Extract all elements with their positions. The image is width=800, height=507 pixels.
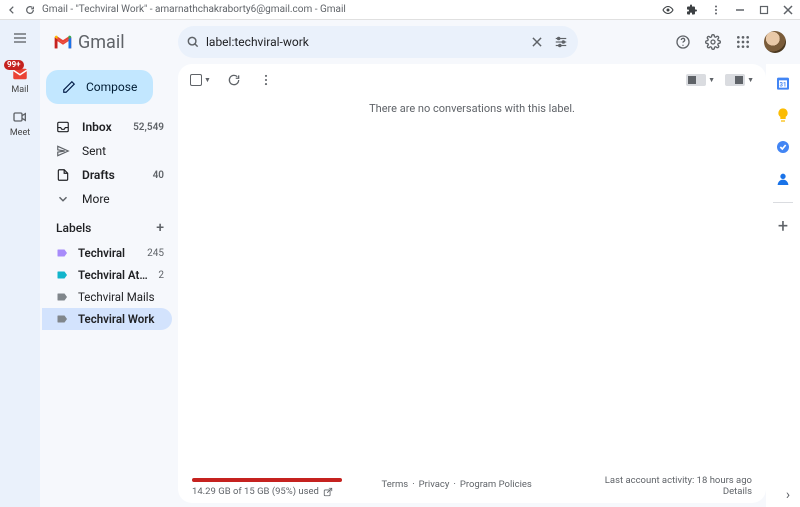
pencil-icon — [62, 80, 76, 94]
add-label-button[interactable]: + — [156, 220, 164, 236]
rail-meet-label: Meet — [10, 128, 30, 138]
addon-tasks[interactable] — [774, 138, 792, 156]
footer-details[interactable]: Details — [605, 486, 752, 497]
footer-terms[interactable]: Terms — [381, 479, 408, 490]
label-name: Techviral Attachme... — [78, 268, 148, 282]
storage-text: 14.29 GB of 15 GB (95%) used — [192, 486, 319, 497]
select-all-checkbox[interactable]: ▼ — [190, 74, 211, 86]
win-close-icon[interactable] — [782, 4, 794, 16]
rail-meet[interactable]: Meet — [3, 103, 37, 142]
nav-sent[interactable]: Sent — [42, 140, 172, 162]
main-menu-button[interactable] — [8, 26, 32, 50]
label-icon — [56, 313, 68, 325]
rail-mail-label: Mail — [11, 85, 28, 95]
search-icon — [186, 35, 200, 49]
compose-button[interactable]: Compose — [46, 70, 153, 104]
addon-calendar[interactable]: 31 — [774, 74, 792, 92]
addon-get-addons[interactable]: + — [774, 217, 792, 235]
addon-keep[interactable] — [774, 106, 792, 124]
label-name: Techviral — [78, 246, 137, 260]
nav-inbox[interactable]: Inbox 52,549 — [42, 116, 172, 138]
footer-activity: Last account activity: 18 hours ago — [605, 475, 752, 486]
label-item[interactable]: Techviral 245 — [42, 242, 172, 264]
ext-puzzle-icon[interactable] — [686, 4, 698, 16]
nav-inbox-label: Inbox — [82, 120, 112, 134]
nav-sent-label: Sent — [82, 144, 106, 158]
label-count: 2 — [158, 270, 164, 281]
label-icon — [56, 291, 68, 303]
storage-progress — [192, 478, 342, 482]
nav-drafts-label: Drafts — [82, 168, 115, 182]
meet-icon — [12, 109, 28, 125]
nav-more[interactable]: More — [42, 188, 172, 210]
window-title: Gmail - "Techviral Work" - amarnathchakr… — [42, 4, 346, 15]
split-pane-toggle[interactable]: ▼ — [686, 74, 715, 86]
refresh-button[interactable] — [225, 71, 243, 89]
gmail-logo-icon — [52, 31, 74, 53]
search-input[interactable] — [206, 35, 522, 49]
compose-label: Compose — [86, 80, 137, 94]
reload-icon[interactable] — [24, 4, 36, 16]
rail-mail[interactable]: 99+ Mail — [3, 60, 37, 99]
density-toggle[interactable]: ▼ — [725, 74, 754, 86]
footer-policies[interactable]: Program Policies — [460, 479, 532, 490]
label-name: Techviral Work — [78, 312, 164, 326]
more-actions-button[interactable] — [257, 71, 275, 89]
label-item[interactable]: Techviral Mails — [42, 286, 172, 308]
label-name: Techviral Mails — [78, 290, 164, 304]
label-icon — [56, 269, 68, 281]
search-clear-button[interactable] — [528, 33, 546, 51]
ext-eye-icon[interactable] — [662, 4, 674, 16]
settings-button[interactable] — [704, 33, 722, 51]
mail-badge: 99+ — [4, 60, 24, 70]
brand-name: Gmail — [78, 32, 125, 53]
drafts-icon — [56, 168, 70, 182]
nav-drafts-count: 40 — [153, 170, 164, 181]
caret-down-icon: ▼ — [204, 76, 211, 84]
support-button[interactable] — [674, 33, 692, 51]
empty-state-message: There are no conversations with this lab… — [178, 96, 766, 121]
browser-menu-icon[interactable] — [710, 4, 722, 16]
search-bar[interactable] — [178, 26, 578, 58]
apps-button[interactable] — [734, 33, 752, 51]
label-item[interactable]: Techviral Attachme... 2 — [42, 264, 172, 286]
labels-heading: Labels — [56, 221, 91, 235]
svg-text:31: 31 — [780, 81, 787, 88]
sent-icon — [56, 144, 70, 158]
search-options-button[interactable] — [552, 33, 570, 51]
label-icon — [56, 247, 68, 259]
inbox-icon — [56, 120, 70, 134]
label-count: 245 — [147, 248, 164, 259]
nav-more-label: More — [82, 192, 110, 206]
open-external-icon[interactable] — [323, 487, 333, 497]
label-item[interactable]: Techviral Work — [42, 308, 172, 330]
chevron-down-icon — [56, 192, 70, 206]
hide-sidepanel-button[interactable]: › — [780, 487, 796, 503]
nav-drafts[interactable]: Drafts 40 — [42, 164, 172, 186]
win-maximize-icon[interactable] — [758, 4, 770, 16]
addon-contacts[interactable] — [774, 170, 792, 188]
account-avatar[interactable] — [764, 31, 786, 53]
nav-inbox-count: 52,549 — [133, 122, 164, 133]
footer-privacy[interactable]: Privacy — [419, 479, 450, 490]
back-icon[interactable] — [6, 4, 18, 16]
win-minimize-icon[interactable] — [734, 4, 746, 16]
